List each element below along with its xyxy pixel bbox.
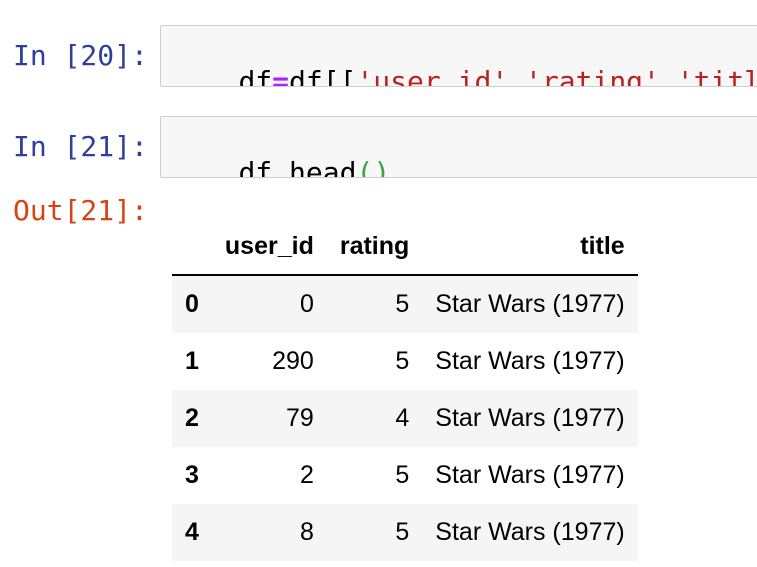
code-token: df [238,65,273,87]
cell-title: Star Wars (1977) [435,347,625,375]
code-token-operator: = [272,65,290,87]
code-cell-21[interactable]: df.head() [160,116,757,178]
row-index: 3 [185,461,199,489]
row-index: 1 [185,347,199,375]
code-token-string: 'rating' [525,65,660,87]
column-header-user-id: user_id [211,219,327,276]
code-token-paren: ( [356,156,374,178]
cell-user-id: 0 [299,290,314,318]
cell-user-id: 2 [299,461,314,489]
cell-rating: 5 [395,347,410,375]
column-header-rating: rating [326,219,423,276]
column-header-title: title [422,219,638,276]
code-cell-20[interactable]: df=df[['user_id','rating','title']] [160,25,757,87]
table-header-row: user_id rating title [172,219,638,276]
cell-user-id: 8 [299,518,314,546]
code-token: , [659,65,677,87]
code-token: , [508,65,526,87]
code-token-paren: ) [373,156,391,178]
cell-rating: 4 [395,404,410,432]
cell-title: Star Wars (1977) [435,518,625,546]
cell-user-id: 290 [272,347,314,375]
table-row: 2 79 4 Star Wars (1977) [172,390,638,447]
row-index: 4 [185,518,199,546]
row-index: 0 [185,290,199,318]
code-line-20: df=df[['user_id','rating','title']] [171,40,757,87]
output-prompt-21: Out[21]: [13,194,148,227]
input-prompt-21: In [21]: [13,130,148,163]
cell-title: Star Wars (1977) [435,404,625,432]
table-row: 0 0 5 Star Wars (1977) [172,275,638,333]
cell-rating: 5 [395,290,410,318]
cell-title: Star Wars (1977) [435,461,625,489]
input-prompt-20: In [20]: [13,39,148,72]
row-index: 2 [185,404,199,432]
cell-user-id: 79 [286,404,314,432]
cell-rating: 5 [395,518,410,546]
dataframe-table: user_id rating title 0 0 5 Star Wars (19… [172,219,638,561]
index-header [172,219,212,276]
code-token: df[[ [289,65,357,87]
table-row: 3 2 5 Star Wars (1977) [172,447,638,504]
table-row: 4 8 5 Star Wars (1977) [172,504,638,561]
code-line-21: df.head() [171,131,390,178]
code-token-string: 'user_id' [356,65,509,87]
table-row: 1 290 5 Star Wars (1977) [172,333,638,390]
code-token-string: 'title' [676,65,757,87]
cell-rating: 5 [395,461,410,489]
code-token: df.head [238,156,357,178]
cell-title: Star Wars (1977) [435,290,625,318]
